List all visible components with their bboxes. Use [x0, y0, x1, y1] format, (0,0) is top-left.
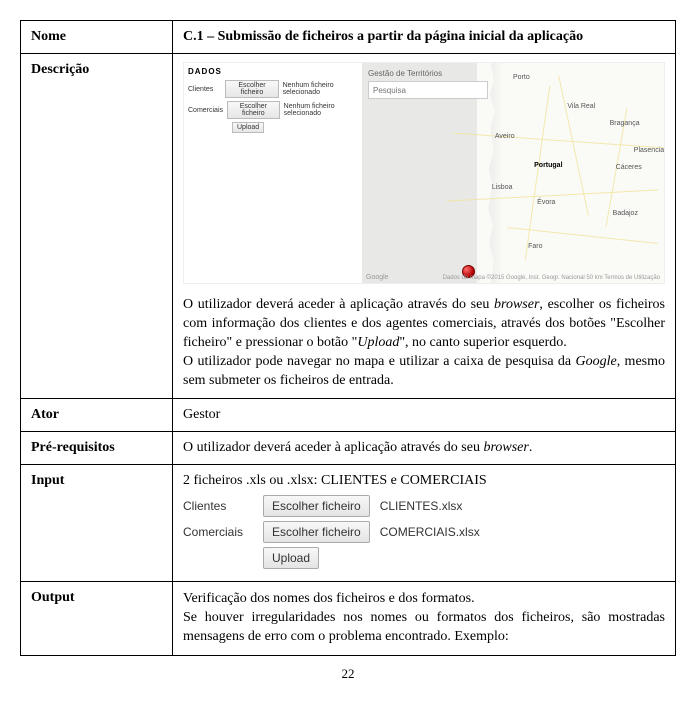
upload-button-app[interactable]: Upload: [232, 122, 264, 133]
label-input: Input: [21, 465, 173, 582]
map-city-braganca: Bragança: [610, 120, 640, 127]
value-ator: Gestor: [173, 399, 676, 432]
choose-file-comerciais-button[interactable]: Escolher ficheiro: [227, 101, 280, 119]
mini-row-clientes: Clientes Escolher ficheiro CLIENTES.xlsx: [183, 495, 665, 517]
app-row-clientes: Clientes Escolher ficheiro Nenhum fichei…: [188, 80, 358, 98]
value-input: 2 ficheiros .xls ou .xlsx: CLIENTES e CO…: [173, 465, 676, 582]
app-search-wrap: Gestão de Territórios: [368, 69, 488, 99]
usecase-table: Nome C.1 – Submissão de ficheiros a part…: [20, 20, 676, 656]
label-output: Output: [21, 582, 173, 656]
app-row-clientes-label: Clientes: [188, 86, 221, 93]
mini-choose-comerciais-button[interactable]: Escolher ficheiro: [263, 521, 370, 543]
app-row-comerciais: Comerciais Escolher ficheiro Nenhum fich…: [188, 101, 358, 119]
value-descricao: DADOS Clientes Escolher ficheiro Nenhum …: [173, 54, 676, 399]
descricao-paragraph-1: O utilizador deverá aceder à aplicação a…: [183, 296, 665, 353]
app-panel-title: DADOS: [188, 67, 358, 76]
app-left-panel: DADOS Clientes Escolher ficheiro Nenhum …: [184, 63, 362, 283]
map-city-plasencia: Plasencia: [634, 147, 664, 154]
app-row-upload: Upload: [188, 122, 358, 133]
mini-choose-clientes-button[interactable]: Escolher ficheiro: [263, 495, 370, 517]
no-file-comerciais: Nenhum ficheiro selecionado: [284, 103, 358, 117]
app-row-comerciais-label: Comerciais: [188, 107, 223, 114]
mini-comerciais-label: Comerciais: [183, 525, 253, 539]
output-line2: Se houver irregularidades nos nomes ou f…: [183, 609, 665, 647]
no-file-clientes: Nenhum ficheiro selecionado: [283, 82, 358, 96]
mini-row-upload: Upload: [183, 547, 665, 569]
embedded-app-screenshot: DADOS Clientes Escolher ficheiro Nenhum …: [183, 62, 665, 284]
map-city-lisboa: Lisboa: [492, 184, 513, 191]
map-label-portugal: Portugal: [534, 162, 562, 169]
map-city-evora: Évora: [537, 199, 555, 206]
google-logo: Google: [366, 274, 389, 281]
app-search-title: Gestão de Territórios: [368, 69, 488, 78]
choose-file-clientes-button[interactable]: Escolher ficheiro: [225, 80, 278, 98]
mini-clientes-file: CLIENTES.xlsx: [380, 499, 463, 513]
label-prereq: Pré-requisitos: [21, 432, 173, 465]
map-city-vilareal: Vila Real: [567, 103, 595, 110]
map-city-caceres: Cáceres: [616, 164, 642, 171]
map-credits: Dados do mapa ©2015 Google, Inst. Geogr.…: [443, 275, 660, 281]
mini-comerciais-file: COMERCIAIS.xlsx: [380, 525, 480, 539]
page-number: 22: [20, 666, 676, 682]
input-line1: 2 ficheiros .xls ou .xlsx: CLIENTES e CO…: [183, 473, 665, 489]
value-output: Verificação dos nomes dos ficheiros e do…: [173, 582, 676, 656]
map-city-badajoz: Badajoz: [613, 210, 638, 217]
input-mini-form: Clientes Escolher ficheiro CLIENTES.xlsx…: [183, 495, 665, 569]
value-prereq: O utilizador deverá aceder à aplicação a…: [173, 432, 676, 465]
map-city-faro: Faro: [528, 243, 542, 250]
app-map-panel[interactable]: Gestão de Territórios: [362, 63, 664, 283]
label-ator: Ator: [21, 399, 173, 432]
output-line1: Verificação dos nomes dos ficheiros e do…: [183, 590, 665, 609]
label-descricao: Descrição: [21, 54, 173, 399]
mini-upload-button[interactable]: Upload: [263, 547, 319, 569]
app-search-input[interactable]: [368, 81, 488, 99]
map-city-aveiro: Aveiro: [495, 133, 515, 140]
mini-clientes-label: Clientes: [183, 499, 253, 513]
label-nome: Nome: [21, 21, 173, 54]
descricao-paragraph-2: O utilizador pode navegar no mapa e util…: [183, 353, 665, 391]
value-nome: C.1 – Submissão de ficheiros a partir da…: [173, 21, 676, 54]
map-city-porto: Porto: [513, 74, 530, 81]
mini-row-comerciais: Comerciais Escolher ficheiro COMERCIAIS.…: [183, 521, 665, 543]
